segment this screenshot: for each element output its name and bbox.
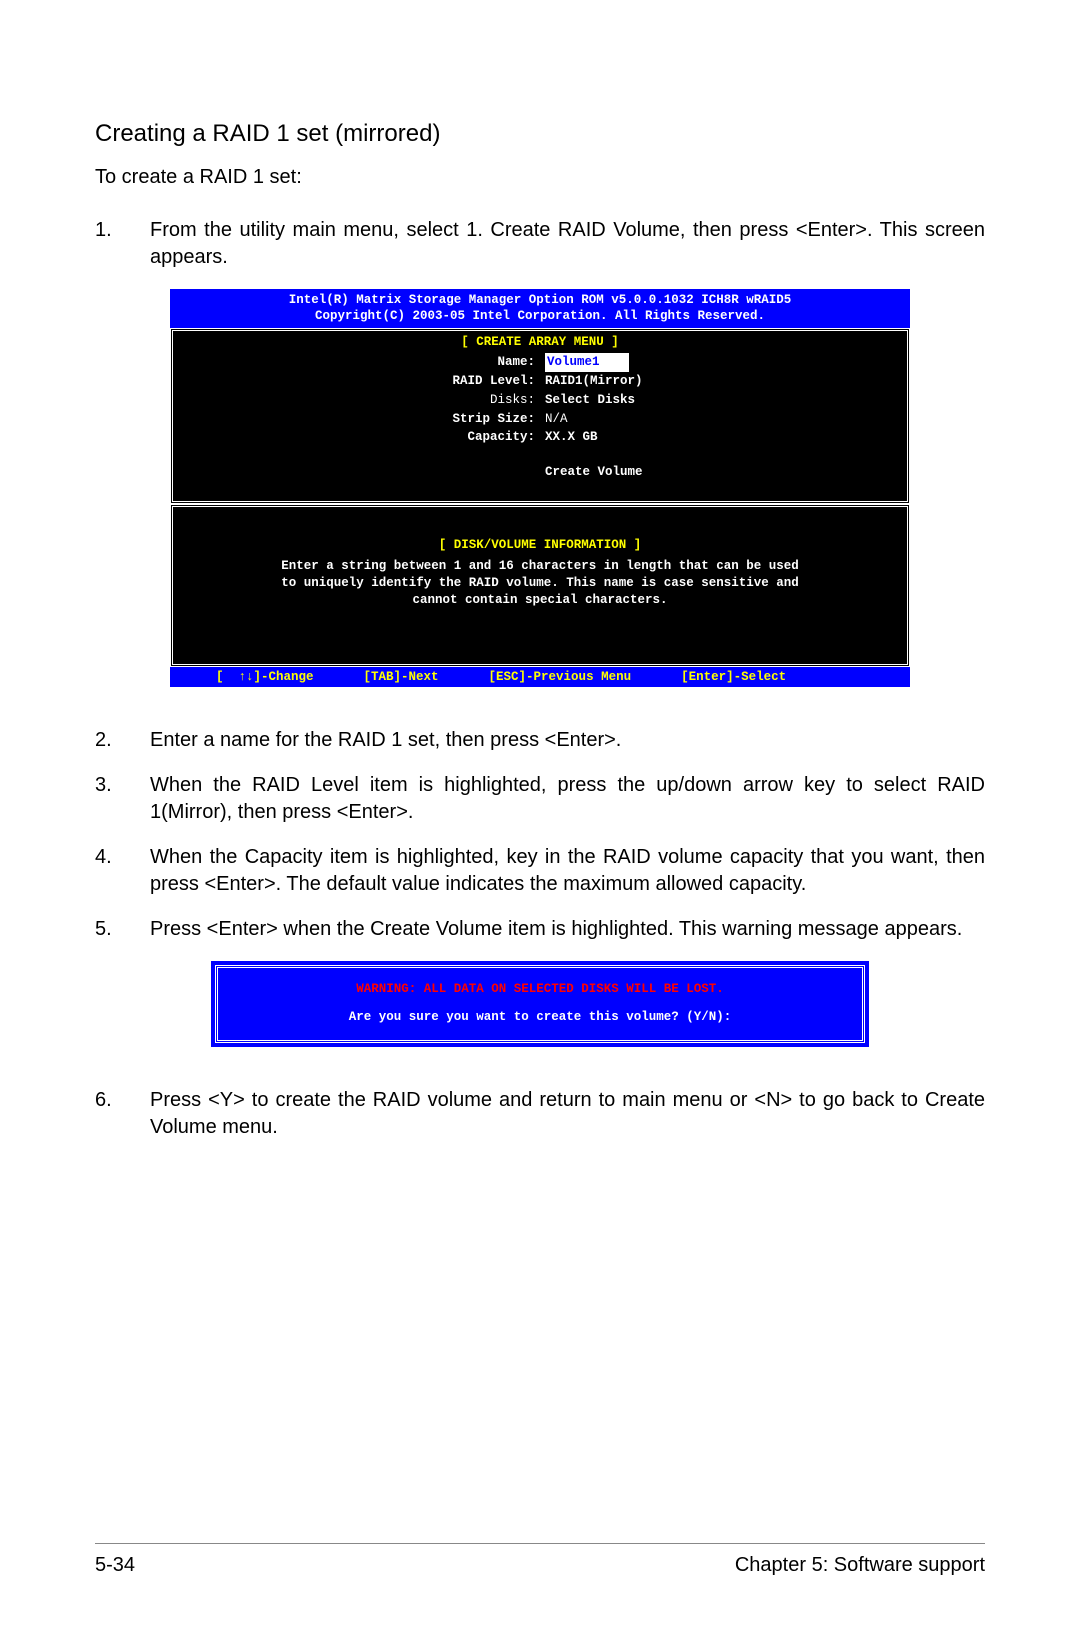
footer-enter-hint: [Enter]-Select: [681, 670, 786, 684]
raid-level-label: RAID Level:: [335, 372, 535, 391]
list-item: 2. Enter a name for the RAID 1 set, then…: [95, 727, 985, 754]
footer-change-hint: [ ↑↓]-Change: [216, 670, 314, 684]
footer-rule: [95, 1543, 985, 1544]
step-number: 2.: [95, 727, 150, 754]
disks-label: Disks:: [335, 391, 535, 410]
step-number: 4.: [95, 844, 150, 898]
list-item: 5. Press <Enter> when the Create Volume …: [95, 916, 985, 943]
help-line: to uniquely identify the RAID volume. Th…: [201, 575, 879, 592]
strip-size-field: N/A: [545, 410, 745, 429]
warning-text: WARNING: ALL DATA ON SELECTED DISKS WILL…: [228, 982, 852, 996]
bios-footer: [ ↑↓]-Change [TAB]-Next [ESC]-Previous M…: [170, 667, 910, 687]
name-label: Name:: [335, 353, 535, 372]
step-text: When the RAID Level item is highlighted,…: [150, 772, 985, 826]
disks-field[interactable]: Select Disks: [545, 391, 745, 410]
chapter-label: Chapter 5: Software support: [735, 1554, 985, 1577]
bios-screenshot: Intel(R) Matrix Storage Manager Option R…: [170, 289, 910, 687]
bios-header-line2: Copyright(C) 2003-05 Intel Corporation. …: [170, 309, 910, 325]
step-number: 5.: [95, 916, 150, 943]
capacity-label: Capacity:: [335, 428, 535, 447]
create-volume-button[interactable]: Create Volume: [545, 465, 745, 479]
page-number: 5-34: [95, 1554, 135, 1577]
list-item: 3. When the RAID Level item is highlight…: [95, 772, 985, 826]
create-array-title: [ CREATE ARRAY MENU ]: [193, 335, 887, 349]
list-item: 4. When the Capacity item is highlighted…: [95, 844, 985, 898]
warning-dialog: WARNING: ALL DATA ON SELECTED DISKS WILL…: [211, 961, 869, 1047]
help-line: Enter a string between 1 and 16 characte…: [201, 558, 879, 575]
step-number: 6.: [95, 1087, 150, 1141]
intro-text: To create a RAID 1 set:: [95, 166, 985, 189]
footer-esc-hint: [ESC]-Previous Menu: [489, 670, 632, 684]
list-item: 1. From the utility main menu, select 1.…: [95, 217, 985, 271]
name-field[interactable]: Volume1: [545, 353, 745, 372]
disk-volume-info-title: [ DISK/VOLUME INFORMATION ]: [201, 537, 879, 554]
step-list: 1. From the utility main menu, select 1.…: [95, 217, 985, 271]
page: Creating a RAID 1 set (mirrored) To crea…: [0, 0, 1080, 1627]
capacity-field[interactable]: XX.X GB: [545, 428, 745, 447]
step-text: Press <Enter> when the Create Volume ite…: [150, 916, 985, 943]
step-number: 1.: [95, 217, 150, 271]
page-footer: 5-34 Chapter 5: Software support: [95, 1543, 985, 1577]
step-text: When the Capacity item is highlighted, k…: [150, 844, 985, 898]
strip-size-label: Strip Size:: [335, 410, 535, 429]
help-line: cannot contain special characters.: [201, 592, 879, 609]
bios-body: [ CREATE ARRAY MENU ] Name: Volume1 RAID…: [170, 328, 910, 666]
step-number: 3.: [95, 772, 150, 826]
list-item: 6. Press <Y> to create the RAID volume a…: [95, 1087, 985, 1141]
warning-inner: WARNING: ALL DATA ON SELECTED DISKS WILL…: [215, 965, 865, 1043]
bios-header: Intel(R) Matrix Storage Manager Option R…: [170, 289, 910, 328]
step-list-cont2: 6. Press <Y> to create the RAID volume a…: [95, 1087, 985, 1141]
section-title: Creating a RAID 1 set (mirrored): [95, 120, 985, 148]
bios-header-line1: Intel(R) Matrix Storage Manager Option R…: [170, 293, 910, 309]
create-array-panel: [ CREATE ARRAY MENU ] Name: Volume1 RAID…: [170, 328, 910, 504]
footer-tab-hint: [TAB]-Next: [364, 670, 439, 684]
disk-volume-info-panel: [ DISK/VOLUME INFORMATION ] Enter a stri…: [170, 504, 910, 667]
raid-level-field[interactable]: RAID1(Mirror): [545, 372, 745, 391]
step-list-cont: 2. Enter a name for the RAID 1 set, then…: [95, 727, 985, 943]
step-text: From the utility main menu, select 1. Cr…: [150, 217, 985, 271]
step-text: Enter a name for the RAID 1 set, then pr…: [150, 727, 985, 754]
confirm-prompt[interactable]: Are you sure you want to create this vol…: [228, 1010, 852, 1024]
step-text: Press <Y> to create the RAID volume and …: [150, 1087, 985, 1141]
